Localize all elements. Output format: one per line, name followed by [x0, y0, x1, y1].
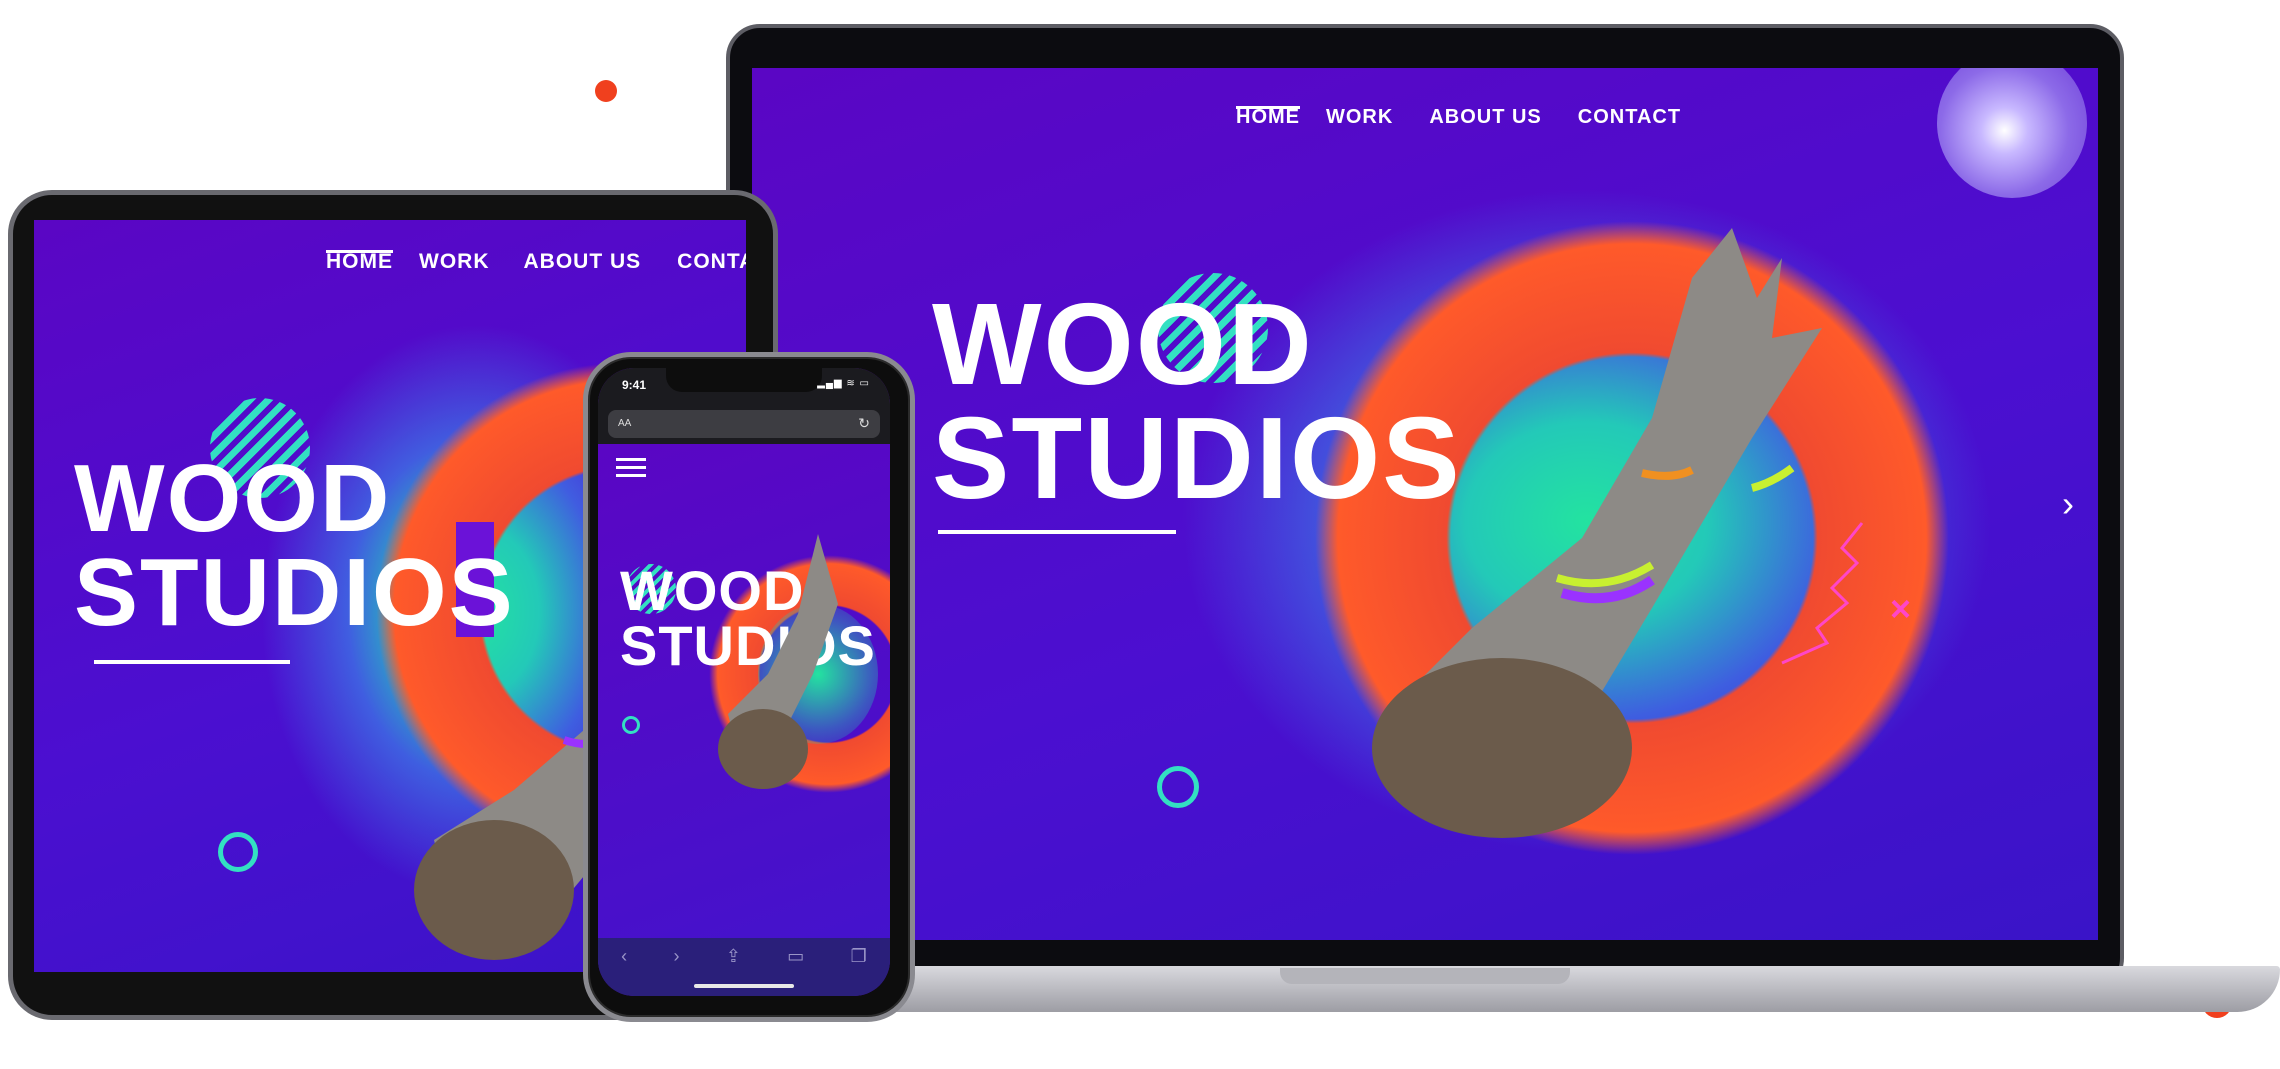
share-icon[interactable]: ⇪ — [726, 946, 741, 967]
hero-hand-image — [718, 534, 838, 789]
nav-home[interactable]: HOME — [326, 250, 393, 278]
hero-title: WOOD STUDIOS — [74, 445, 515, 647]
phone-page: WOOD STUDIOS — [598, 444, 890, 944]
nav-work[interactable]: WORK — [419, 250, 490, 278]
hero-underline — [938, 530, 1176, 534]
status-time: 9:41 — [622, 378, 647, 392]
reload-icon[interactable]: ↻ — [858, 415, 870, 432]
x-mark-icon: × — [1890, 588, 1912, 629]
laptop-hinge — [1280, 968, 1570, 984]
decor-bubble — [1937, 68, 2087, 198]
phone-notch — [666, 368, 822, 392]
forward-icon[interactable]: › — [674, 946, 680, 967]
hamburger-menu-icon[interactable] — [616, 458, 646, 482]
laptop-screen: HOME WORK ABOUT US CONTACT WOOD STUDIOS … — [752, 68, 2098, 940]
hero-title-line2: STUDIOS — [74, 539, 515, 647]
text-size-button[interactable]: AA — [618, 418, 631, 429]
decor-ring — [1157, 766, 1199, 808]
bookmarks-icon[interactable]: ▭ — [787, 946, 804, 967]
tablet-nav: HOME WORK ABOUT US CONTA — [326, 250, 746, 278]
home-indicator — [694, 984, 794, 988]
nav-home[interactable]: HOME — [1236, 106, 1300, 133]
tabs-icon[interactable]: ❐ — [851, 946, 867, 967]
nav-contact[interactable]: CONTACT — [1578, 106, 1681, 133]
back-icon[interactable]: ‹ — [621, 946, 627, 967]
status-icons: ▂▄▆ ≋ ▭ — [817, 378, 870, 389]
decor-dot — [595, 80, 617, 102]
decor-squiggle — [1781, 522, 1864, 665]
phone-screen: 9:41 ▂▄▆ ≋ ▭ AA ↻ WOOD STUDIOS ‹ › ⇪ ▭ ❐ — [598, 368, 890, 996]
hero-underline — [94, 660, 290, 664]
decor-ring — [218, 832, 258, 872]
hero-title-line1: WOOD — [74, 445, 392, 552]
nav-about[interactable]: ABOUT US — [524, 250, 642, 278]
decor-ring — [622, 716, 640, 734]
nav-contact[interactable]: CONTA — [677, 250, 746, 278]
laptop-nav: HOME WORK ABOUT US CONTACT — [1236, 106, 1681, 133]
nav-work[interactable]: WORK — [1326, 106, 1393, 133]
url-bar[interactable]: AA ↻ — [608, 410, 880, 438]
chevron-right-icon[interactable]: › — [2062, 483, 2074, 525]
nav-about[interactable]: ABOUT US — [1429, 106, 1541, 133]
